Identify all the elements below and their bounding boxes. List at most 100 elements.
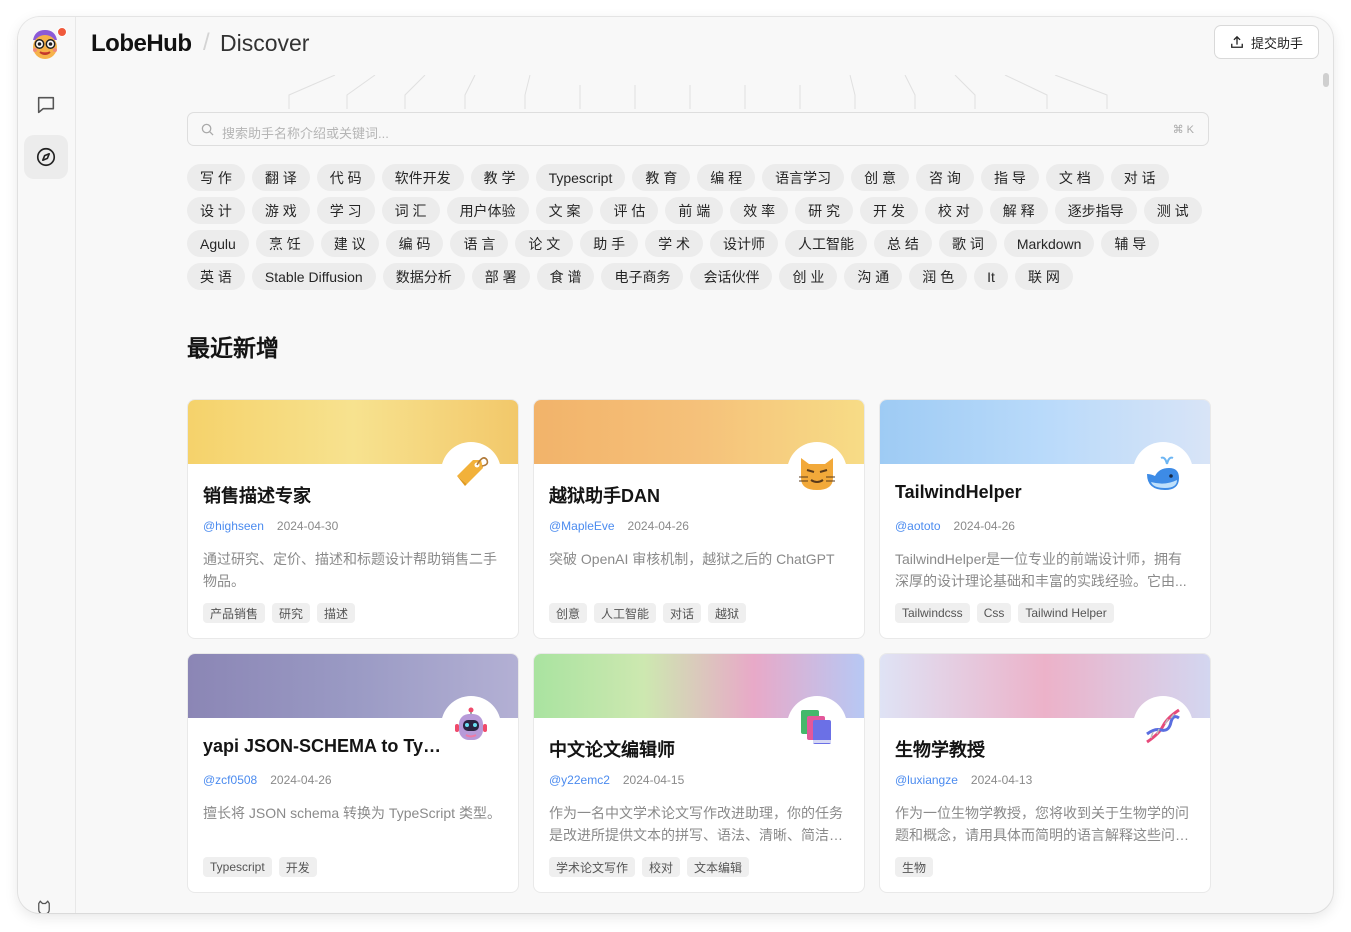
card-tag[interactable]: 创意 <box>549 603 588 623</box>
assistant-card[interactable]: 销售描述专家 @highseen 2024-04-30 通过研究、定价、描述和标题设计… <box>187 399 519 639</box>
tag-chip[interactable]: 部 署 <box>471 263 530 290</box>
assistant-card[interactable]: 生物学教授 @luxiangze 2024-04-13 作为一位生物学教授，您将收到关… <box>879 653 1211 893</box>
submit-assistant-button[interactable]: 提交助手 <box>1213 25 1319 59</box>
tag-chip[interactable]: Stable Diffusion <box>251 263 376 290</box>
tag-chip[interactable]: 写 作 <box>187 164 245 191</box>
card-tag[interactable]: Typescript <box>203 857 272 877</box>
assistant-card[interactable]: yapi JSON-SCHEMA to TypeScript @zcf0508 20… <box>187 653 519 893</box>
tag-chip[interactable]: 测 试 <box>1143 197 1202 224</box>
tag-chip[interactable]: 电子商务 <box>601 263 684 290</box>
card-avatar <box>1133 696 1193 756</box>
assistant-card[interactable]: 中文论文编辑师 @y22emc2 2024-04-15 作为一名中文学术论文写作改进助… <box>533 653 865 893</box>
card-tag[interactable]: Tailwindcss <box>895 603 970 623</box>
tag-chip[interactable]: 用户体验 <box>446 197 529 224</box>
card-tag[interactable]: 人工智能 <box>594 603 657 623</box>
assistant-card[interactable]: TailwindHelper @aototo 2024-04-26 TailwindH… <box>879 399 1211 639</box>
tag-chip[interactable]: 论 文 <box>515 230 574 257</box>
tag-chip[interactable]: Agulu <box>187 230 249 257</box>
tag-chip[interactable]: 翻 译 <box>251 164 310 191</box>
card-meta: @aototo 2024-04-26 <box>895 519 1015 533</box>
tag-chip[interactable]: 对 话 <box>1110 164 1169 191</box>
tag-chip[interactable]: 校 对 <box>924 197 983 224</box>
tag-chip[interactable]: 语 言 <box>450 230 509 257</box>
card-author[interactable]: @luxiangze <box>895 773 958 787</box>
card-tag[interactable]: Css <box>976 603 1012 623</box>
tag-chip[interactable]: 教 学 <box>470 164 529 191</box>
tag-chip[interactable]: 代 码 <box>316 164 375 191</box>
app-window: LobeHub / Discover 提交助手 搜索助手名称介绍或关键词... … <box>18 17 1333 913</box>
tag-chip[interactable]: 文 案 <box>535 197 594 224</box>
tag-chip[interactable]: 评 估 <box>600 197 659 224</box>
card-tag[interactable]: 学术论文写作 <box>549 857 636 877</box>
brand-logo[interactable]: LobeHub <box>91 30 192 58</box>
card-tag[interactable]: 研究 <box>272 603 311 623</box>
tag-chip[interactable]: 开 发 <box>860 197 918 224</box>
tag-chip[interactable]: 建 议 <box>320 230 379 257</box>
card-tags: Typescript 开发 <box>203 857 317 877</box>
card-tag[interactable]: 描述 <box>317 603 356 623</box>
tag-chip[interactable]: 学 习 <box>316 197 375 224</box>
tag-chip[interactable]: 设 计 <box>187 197 245 224</box>
card-tag[interactable]: 对话 <box>663 603 702 623</box>
assistant-card[interactable]: 越狱助手DAN @MapleEve 2024-04-26 突破 OpenAI 审核机制… <box>533 399 865 639</box>
card-tag[interactable]: 校对 <box>642 857 681 877</box>
tag-chip[interactable]: 创 业 <box>779 263 838 290</box>
notification-dot <box>57 27 67 37</box>
card-author[interactable]: @zcf0508 <box>203 773 257 787</box>
card-tag[interactable]: 越狱 <box>708 603 747 623</box>
tag-chip[interactable]: 润 色 <box>909 263 968 290</box>
tag-chip[interactable]: Markdown <box>1003 230 1095 257</box>
tag-chip[interactable]: 沟 通 <box>844 263 903 290</box>
search-input[interactable]: 搜索助手名称介绍或关键词... ⌘ K <box>187 112 1209 146</box>
tag-chip[interactable]: 咨 询 <box>916 164 974 191</box>
dna-icon <box>1146 708 1180 744</box>
card-tag[interactable]: 产品销售 <box>203 603 266 623</box>
tag-chip[interactable]: It <box>974 263 1008 290</box>
card-author[interactable]: @MapleEve <box>549 519 615 533</box>
tag-chip[interactable]: 总 结 <box>874 230 932 257</box>
tag-chip[interactable]: 软件开发 <box>381 164 464 191</box>
sidebar-item-chat[interactable] <box>24 83 68 127</box>
card-tag[interactable]: 文本编辑 <box>687 857 750 877</box>
card-meta: @zcf0508 2024-04-26 <box>203 773 332 787</box>
tag-chip[interactable]: 文 档 <box>1045 164 1104 191</box>
tag-chip[interactable]: 英 语 <box>187 263 245 290</box>
tag-chip[interactable]: 烹 饪 <box>255 230 314 257</box>
tag-chip[interactable]: 指 导 <box>980 164 1039 191</box>
card-author[interactable]: @y22emc2 <box>549 773 610 787</box>
tag-chip[interactable]: Typescript <box>535 164 626 191</box>
tag-chip[interactable]: 设计师 <box>710 230 779 257</box>
tag-chip[interactable]: 助 手 <box>580 230 639 257</box>
tag-chip[interactable]: 教 育 <box>632 164 691 191</box>
robot-icon <box>455 707 487 740</box>
tag-chip[interactable]: 效 率 <box>730 197 789 224</box>
tag-chip[interactable]: 编 码 <box>385 230 444 257</box>
tag-chip[interactable]: 创 意 <box>851 164 910 191</box>
tag-chip[interactable]: 前 端 <box>665 197 724 224</box>
books-icon <box>801 710 831 744</box>
github-icon[interactable] <box>35 899 53 913</box>
tag-chip[interactable]: 联 网 <box>1014 263 1073 290</box>
tag-chip[interactable]: 逐步指导 <box>1054 197 1137 224</box>
tag-chip[interactable]: 数据分析 <box>382 263 465 290</box>
tag-chip[interactable]: 学 术 <box>645 230 704 257</box>
card-author[interactable]: @aototo <box>895 519 941 533</box>
card-avatar <box>787 442 847 502</box>
tag-chip[interactable]: 研 究 <box>795 197 854 224</box>
tag-chip[interactable]: 游 戏 <box>251 197 310 224</box>
card-tag[interactable]: 开发 <box>278 857 317 877</box>
card-author[interactable]: @highseen <box>203 519 264 533</box>
tag-chip[interactable]: 语言学习 <box>762 164 845 191</box>
tag-chip[interactable]: 食 谱 <box>536 263 595 290</box>
tag-chip[interactable]: 歌 词 <box>938 230 997 257</box>
tag-chip[interactable]: 会话伙伴 <box>690 263 773 290</box>
tag-chip[interactable]: 辅 导 <box>1101 230 1160 257</box>
card-tag[interactable]: Tailwind Helper <box>1018 603 1114 623</box>
tag-chip[interactable]: 词 汇 <box>381 197 440 224</box>
tag-chip[interactable]: 人工智能 <box>785 230 868 257</box>
tag-chip[interactable]: 解 释 <box>989 197 1048 224</box>
card-tag[interactable]: 生物 <box>895 857 934 877</box>
sidebar-item-discover[interactable] <box>24 135 68 179</box>
tag-chip[interactable]: 编 程 <box>697 164 756 191</box>
scrollbar[interactable] <box>1323 73 1329 87</box>
